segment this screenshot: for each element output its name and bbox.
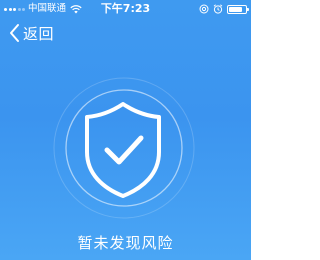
- back-button[interactable]: 返回: [8, 21, 54, 45]
- at-icon: [199, 4, 209, 14]
- shield-check-icon: [85, 102, 161, 198]
- scan-result-screen: 中国联通 下午7:23 返回 暂未发现风险: [0, 0, 251, 260]
- status-right: [199, 3, 249, 15]
- back-label: 返回: [23, 24, 55, 43]
- nav-bar: 返回: [0, 18, 251, 48]
- battery-icon: [227, 4, 249, 14]
- alarm-icon: [213, 4, 223, 14]
- scan-result-text: 暂未发现风险: [77, 234, 174, 252]
- chevron-left-icon: [10, 24, 19, 42]
- status-bar: 中国联通 下午7:23: [0, 0, 251, 18]
